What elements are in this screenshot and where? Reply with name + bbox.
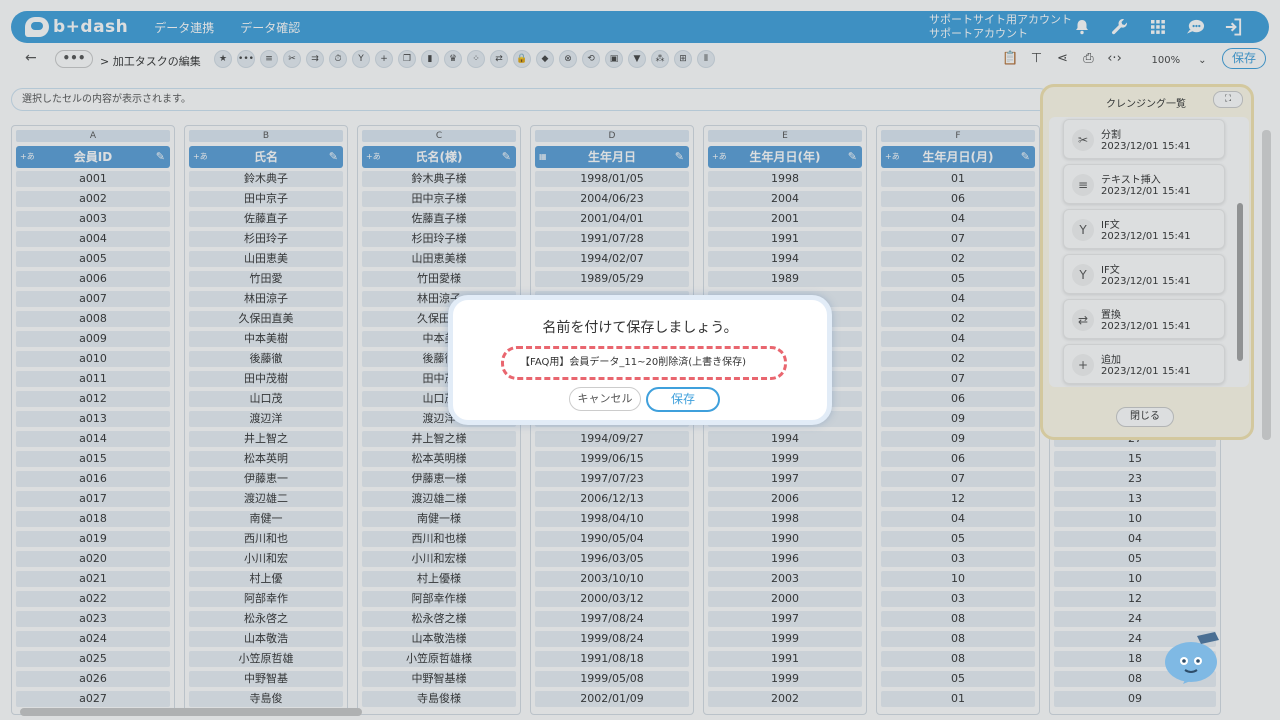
- dialog-title: 名前を付けて保存しましょう。: [542, 320, 738, 336]
- save-name-input[interactable]: 【FAQ用】会員データ_11~20削除済(上書き保存): [501, 346, 787, 380]
- dialog-save-button[interactable]: 保存: [646, 387, 720, 412]
- cancel-button[interactable]: キャンセル: [569, 387, 641, 411]
- save-name-dialog: 名前を付けて保存しましょう。 【FAQ用】会員データ_11~20削除済(上書き保…: [448, 295, 832, 425]
- mascot-helper-icon[interactable]: [1163, 628, 1223, 688]
